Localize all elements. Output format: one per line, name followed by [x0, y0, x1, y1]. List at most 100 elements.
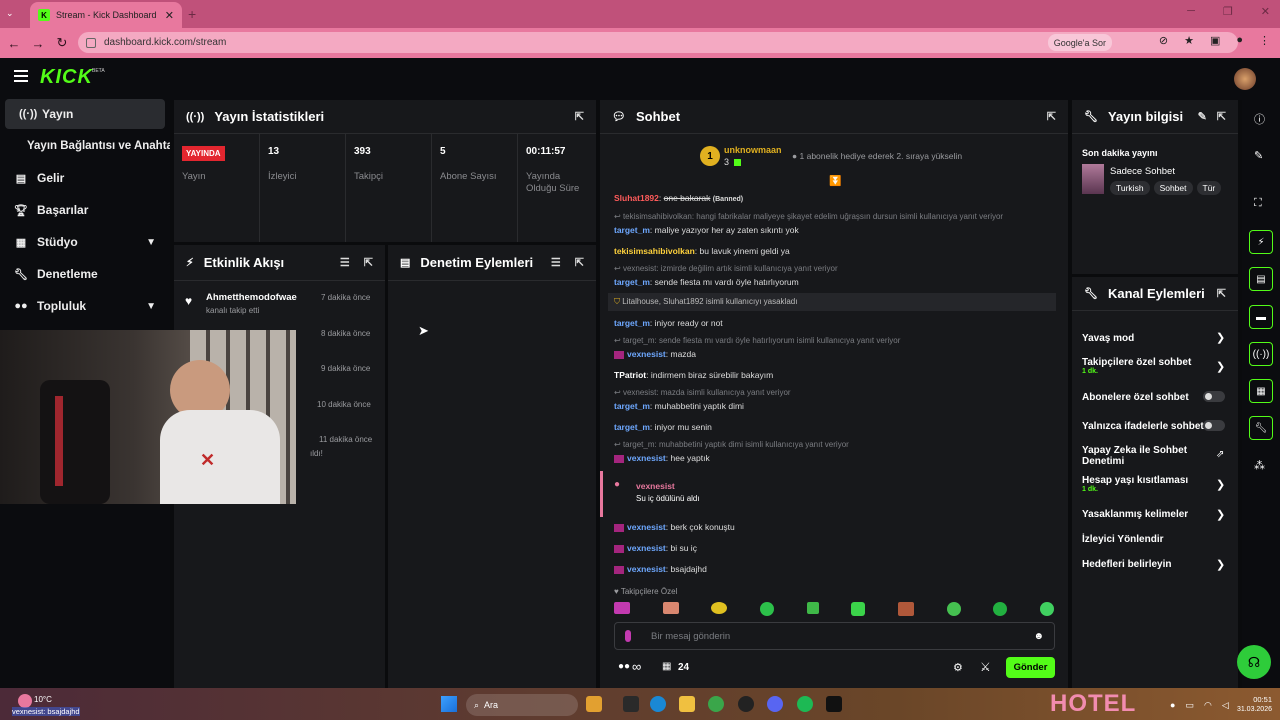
minimize-icon[interactable]: ─: [1187, 5, 1195, 18]
popout-icon[interactable]: ⇱: [1217, 287, 1226, 300]
edit-icon[interactable]: ✎: [1198, 110, 1207, 123]
emote-icon[interactable]: [711, 602, 728, 614]
forward-icon[interactable]: →: [26, 36, 50, 51]
tab-search-icon[interactable]: ⌄: [6, 8, 14, 19]
kick-logo[interactable]: KICK: [40, 66, 93, 89]
tag-chip[interactable]: Sohbet: [1153, 181, 1193, 195]
start-menu-icon[interactable]: [441, 696, 457, 712]
popout-icon[interactable]: ⇱: [1047, 110, 1056, 123]
chevron-right-icon[interactable]: ❯: [1216, 508, 1225, 521]
clock-time[interactable]: 00:51: [1244, 695, 1272, 704]
back-icon[interactable]: ←: [2, 36, 26, 51]
filter-icon[interactable]: ☰: [551, 256, 561, 269]
emote-icon[interactable]: [806, 602, 819, 614]
sidebar-item-denetleme[interactable]: 🔧︎ Denetleme: [0, 259, 170, 289]
emote-icon[interactable]: [946, 602, 961, 616]
bookmark-star-icon[interactable]: ★: [1184, 34, 1194, 47]
spotify-icon[interactable]: [797, 696, 813, 712]
pin-icon[interactable]: ⏬: [829, 176, 841, 187]
external-link-icon[interactable]: ⇗: [1216, 449, 1224, 460]
browser-tab[interactable]: K Stream - Kick Dashboard ✕: [30, 2, 182, 28]
store-icon[interactable]: ▦: [662, 661, 671, 672]
community-icon[interactable]: ⁂: [1254, 459, 1265, 472]
sidebar-item-basarilar[interactable]: 🏆︎ Başarılar: [0, 195, 170, 225]
explorer-icon[interactable]: [679, 696, 695, 712]
chevron-right-icon[interactable]: ❯: [1216, 360, 1225, 373]
sidebar-item-yayin[interactable]: ((·)) Yayın: [5, 99, 165, 129]
support-headset-icon[interactable]: ☊: [1237, 645, 1271, 679]
popout-icon[interactable]: ⇱: [575, 256, 584, 269]
tag-chip[interactable]: Turkish: [1110, 181, 1150, 195]
epic-games-icon[interactable]: [826, 696, 842, 712]
taskbar-search[interactable]: ⌕ Ara: [466, 694, 578, 716]
maximize-icon[interactable]: ❐: [1223, 5, 1233, 18]
points-icon[interactable]: ●●: [618, 661, 630, 672]
menu-dots-icon[interactable]: ⋮: [1259, 34, 1270, 47]
profile-icon[interactable]: ●: [1236, 34, 1243, 47]
discord-icon[interactable]: [767, 696, 783, 712]
popout-icon[interactable]: ⇱: [364, 256, 373, 269]
moderator-sword-icon[interactable]: ⚔︎: [980, 660, 991, 674]
emotes-only-toggle[interactable]: [1203, 420, 1225, 431]
emoji-icon[interactable]: ☻: [1033, 631, 1044, 642]
action-raid[interactable]: İzleyici Yönlendir: [1082, 534, 1212, 545]
action-goals[interactable]: Hedefleri belirleyin: [1082, 559, 1212, 570]
extensions-icon[interactable]: ▣: [1210, 34, 1220, 47]
monitor-icon[interactable]: ▭: [1185, 700, 1194, 711]
widget-icon[interactable]: [586, 696, 602, 712]
volume-icon[interactable]: ◁: [1222, 700, 1229, 711]
reload-icon[interactable]: ↻: [50, 35, 74, 51]
emote-icon[interactable]: [993, 602, 1008, 616]
chevron-right-icon[interactable]: ❯: [1216, 558, 1225, 571]
hamburger-menu-icon[interactable]: [14, 70, 28, 82]
layout-icon[interactable]: ▦: [1249, 379, 1273, 403]
broadcast-icon[interactable]: ((·)): [1249, 342, 1273, 366]
chrome-icon[interactable]: [708, 696, 724, 712]
wrench-icon[interactable]: 🔧︎: [1249, 416, 1273, 440]
pencil-icon[interactable]: ✎: [1254, 149, 1263, 162]
chat-input[interactable]: Bir mesaj gönderin ☻: [614, 622, 1055, 650]
chat-bubble-icon[interactable]: ▬: [1249, 305, 1273, 329]
emote-icon[interactable]: [662, 602, 679, 614]
action-subscribers-only[interactable]: Abonelere özel sohbet: [1082, 392, 1212, 403]
google-ask-button[interactable]: Google'a Sor: [1047, 34, 1112, 51]
subscribers-only-toggle[interactable]: [1203, 391, 1225, 402]
sidebar-item-gelir[interactable]: ▤ Gelir: [0, 163, 170, 193]
close-window-icon[interactable]: ✕: [1261, 5, 1270, 18]
user-avatar[interactable]: [1234, 68, 1256, 90]
chevron-right-icon[interactable]: ❯: [1216, 478, 1225, 491]
lightning-icon[interactable]: ⚡︎: [1249, 230, 1273, 254]
mic-icon[interactable]: ●: [1170, 700, 1175, 711]
action-emotes-only[interactable]: Yalnızca ifadelerle sohbet: [1082, 421, 1212, 432]
action-account-age[interactable]: Hesap yaşı kısıtlaması 1 dk.: [1082, 475, 1212, 494]
popout-icon[interactable]: ⇱: [575, 110, 584, 123]
site-info-icon[interactable]: [86, 37, 96, 48]
action-slow-mode[interactable]: Yavaş mod: [1082, 333, 1212, 344]
sidebar-item-topluluk[interactable]: ●● Topluluk ▼: [0, 291, 170, 321]
eye-off-icon[interactable]: ⊘: [1159, 34, 1168, 47]
sidebar-item-stream-key[interactable]: Yayın Bağlantısı ve Anahtarı: [0, 131, 170, 161]
expand-icon[interactable]: ⛶: [1254, 197, 1262, 210]
action-followers-only[interactable]: Takipçilere özel sohbet 1 dk.: [1082, 357, 1212, 376]
edge-icon[interactable]: [650, 696, 666, 712]
taskview-icon[interactable]: [623, 696, 639, 712]
weather-temp[interactable]: 10°C: [34, 695, 52, 704]
wifi-icon[interactable]: ◠: [1204, 700, 1212, 711]
settings-gear-icon[interactable]: ⚙︎: [953, 661, 963, 674]
obs-icon[interactable]: [738, 696, 754, 712]
chevron-right-icon[interactable]: ❯: [1216, 331, 1225, 344]
emote-icon[interactable]: [897, 602, 914, 616]
emote-icon[interactable]: [851, 602, 866, 616]
action-ai-moderation[interactable]: Yapay Zeka ile Sohbet Denetimi: [1082, 445, 1202, 467]
tag-chip[interactable]: Tür: [1196, 181, 1222, 195]
emote-icon[interactable]: [759, 602, 774, 616]
document-icon[interactable]: ▤: [1249, 267, 1273, 291]
clock-date[interactable]: 31.03.2026: [1232, 706, 1272, 713]
sidebar-item-studyo[interactable]: ▦ Stüdyo ▼: [0, 227, 170, 257]
emote-icon[interactable]: [1039, 602, 1054, 616]
info-icon[interactable]: ⓘ: [1254, 111, 1265, 127]
send-button[interactable]: Gönder: [1006, 657, 1055, 678]
popout-icon[interactable]: ⇱: [1217, 110, 1226, 123]
filter-icon[interactable]: ☰: [340, 256, 350, 269]
emote-icon[interactable]: [614, 602, 630, 614]
